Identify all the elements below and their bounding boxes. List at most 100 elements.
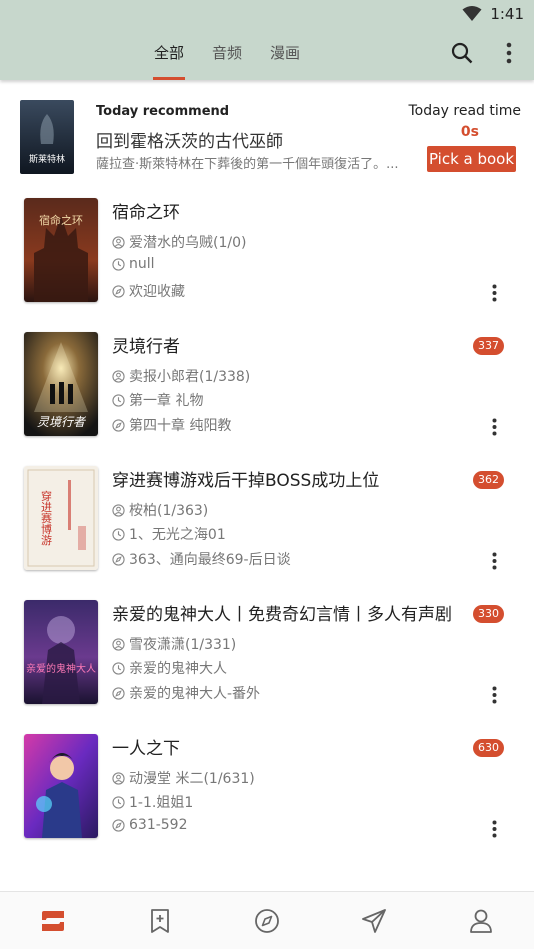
recommend-heading: Today recommend xyxy=(96,104,230,119)
book-cover[interactable]: 亲爱的鬼神大人 xyxy=(24,600,98,704)
book-author-text: 桉柏(1/363) xyxy=(129,503,209,519)
book-item[interactable]: 亲爱的鬼神大人 亲爱的鬼神大人丨免费奇幻言情丨多人有声剧 330 雪夜潇潇(1/… xyxy=(0,600,534,734)
nav-profile[interactable] xyxy=(427,892,534,949)
nav-send[interactable] xyxy=(320,892,427,949)
book-title[interactable]: 宿命之环 xyxy=(112,198,180,223)
book-more-button[interactable] xyxy=(484,818,504,840)
book-more-button[interactable] xyxy=(484,550,504,572)
book-item[interactable]: 灵境行者 灵境行者 337 卖报小郎君(1/338) 第一章 礼物 第四十章 纯… xyxy=(0,332,534,466)
author-icon xyxy=(112,503,125,517)
book-latest-chapter: null xyxy=(112,256,155,272)
author-icon xyxy=(112,369,125,383)
more-vert-icon xyxy=(506,42,512,64)
compass-small-icon xyxy=(112,686,125,700)
book-more-button[interactable] xyxy=(484,416,504,438)
recommend-cover[interactable]: 斯莱特林 xyxy=(20,100,74,174)
compass-icon xyxy=(255,908,279,933)
book-cover[interactable]: 穿进赛博游 xyxy=(24,466,98,570)
send-icon xyxy=(361,908,386,933)
book-author-text: 雪夜潇潇(1/331) xyxy=(129,637,237,653)
cover-title-text: 灵境行者 xyxy=(37,415,87,429)
book-latest-chapter: 1、无光之海01 xyxy=(112,524,226,544)
more-vert-icon xyxy=(492,418,496,436)
book-author-text: 爱潜水的乌贼(1/0) xyxy=(129,235,247,251)
recommend-cover-text: 斯莱特林 xyxy=(29,153,65,165)
unread-count-badge: 337 xyxy=(473,337,504,355)
tab-comic[interactable]: 漫画 xyxy=(256,38,314,80)
book-author: 爱潜水的乌贼(1/0) xyxy=(112,232,246,252)
book-more-button[interactable] xyxy=(484,282,504,304)
book-title[interactable]: 亲爱的鬼神大人丨免费奇幻言情丨多人有声剧 xyxy=(112,600,452,625)
book-latest-text: null xyxy=(129,256,155,272)
cover-title-text: 亲爱的鬼神大人 xyxy=(26,662,96,675)
compass-small-icon xyxy=(112,552,125,566)
book-more-button[interactable] xyxy=(484,684,504,706)
more-vert-icon xyxy=(492,284,496,302)
recommend-description: 薩拉查·斯萊特林在下葬後的第一千個年頭復活了。... xyxy=(96,157,399,172)
clock-icon xyxy=(112,393,125,407)
book-title[interactable]: 穿进赛博游戏后干掉BOSS成功上位 xyxy=(112,466,379,491)
book-latest-text: 亲爱的鬼神大人 xyxy=(129,661,227,677)
search-icon xyxy=(451,42,473,64)
status-bar: 1:41 xyxy=(462,4,524,24)
book-author: 动漫堂 米二(1/631) xyxy=(112,768,255,788)
author-icon xyxy=(112,235,125,249)
book-latest-chapter: 第一章 礼物 xyxy=(112,390,203,410)
book-cover[interactable]: 灵境行者 xyxy=(24,332,98,436)
tab-bar: 全部 音频 漫画 xyxy=(140,38,314,80)
nav-bookmark[interactable] xyxy=(107,892,214,949)
book-item[interactable]: 宿命之环 宿命之环 爱潜水的乌贼(1/0) null 欢迎收藏 xyxy=(0,198,534,332)
book-latest-text: 第一章 礼物 xyxy=(129,393,204,409)
nav-discover[interactable] xyxy=(214,892,321,949)
overflow-menu-button[interactable] xyxy=(494,38,524,68)
more-vert-icon xyxy=(492,552,496,570)
book-author: 桉柏(1/363) xyxy=(112,500,208,520)
top-app-bar: 1:41 全部 音频 漫画 xyxy=(0,0,534,80)
book-title[interactable]: 灵境行者 xyxy=(112,332,180,357)
today-recommend-card[interactable]: 斯莱特林 Today recommend 回到霍格沃茨的古代巫師 薩拉查·斯萊特… xyxy=(0,96,534,178)
tab-all[interactable]: 全部 xyxy=(140,38,198,80)
pick-a-book-button[interactable]: Pick a book xyxy=(427,146,516,172)
search-button[interactable] xyxy=(447,38,477,68)
person-icon xyxy=(469,909,492,933)
more-vert-icon xyxy=(492,820,496,838)
clock-icon xyxy=(112,661,125,675)
book-progress-text: 欢迎收藏 xyxy=(129,284,185,300)
bookshelf-icon xyxy=(42,910,65,931)
status-time: 1:41 xyxy=(490,5,524,23)
clock-icon xyxy=(112,795,125,809)
book-progress-text: 631-592 xyxy=(129,817,188,833)
book-latest-text: 1-1.姐姐1 xyxy=(129,795,194,811)
clock-icon xyxy=(112,527,125,541)
book-progress-text: 第四十章 纯阳教 xyxy=(129,418,232,434)
compass-small-icon xyxy=(112,418,125,432)
book-latest-chapter: 1-1.姐姐1 xyxy=(112,792,193,812)
wifi-icon xyxy=(462,6,482,21)
book-author: 雪夜潇潇(1/331) xyxy=(112,634,236,654)
recommend-title[interactable]: 回到霍格沃茨的古代巫師 xyxy=(96,127,283,152)
book-author-text: 动漫堂 米二(1/631) xyxy=(129,771,255,787)
nav-bookshelf[interactable] xyxy=(0,892,107,949)
tab-audio[interactable]: 音频 xyxy=(198,38,256,80)
book-cover[interactable] xyxy=(24,734,98,838)
clock-icon xyxy=(112,257,125,271)
book-read-progress: 亲爱的鬼神大人-番外 xyxy=(112,683,260,703)
book-latest-text: 1、无光之海01 xyxy=(129,527,226,543)
bottom-navigation xyxy=(0,891,534,949)
book-title[interactable]: 一人之下 xyxy=(112,734,180,759)
book-latest-chapter: 亲爱的鬼神大人 xyxy=(112,658,227,678)
book-cover[interactable]: 宿命之环 xyxy=(24,198,98,302)
author-icon xyxy=(112,771,125,785)
unread-count-badge: 630 xyxy=(473,739,504,757)
read-time-value: 0s xyxy=(460,124,479,140)
book-read-progress: 欢迎收藏 xyxy=(112,281,185,301)
book-item[interactable]: 穿进赛博游 穿进赛博游戏后干掉BOSS成功上位 362 桉柏(1/363) 1、… xyxy=(0,466,534,600)
book-read-progress: 363、通向最终69-后日谈 xyxy=(112,549,291,569)
bookmark-add-icon xyxy=(151,908,170,933)
cover-title-text: 宿命之环 xyxy=(39,213,83,227)
author-icon xyxy=(112,637,125,651)
read-time-label: Today read time xyxy=(408,103,521,119)
book-progress-text: 363、通向最终69-后日谈 xyxy=(129,552,291,568)
unread-count-badge: 362 xyxy=(473,471,504,489)
book-item[interactable]: 一人之下 630 动漫堂 米二(1/631) 1-1.姐姐1 631-592 xyxy=(0,734,534,868)
